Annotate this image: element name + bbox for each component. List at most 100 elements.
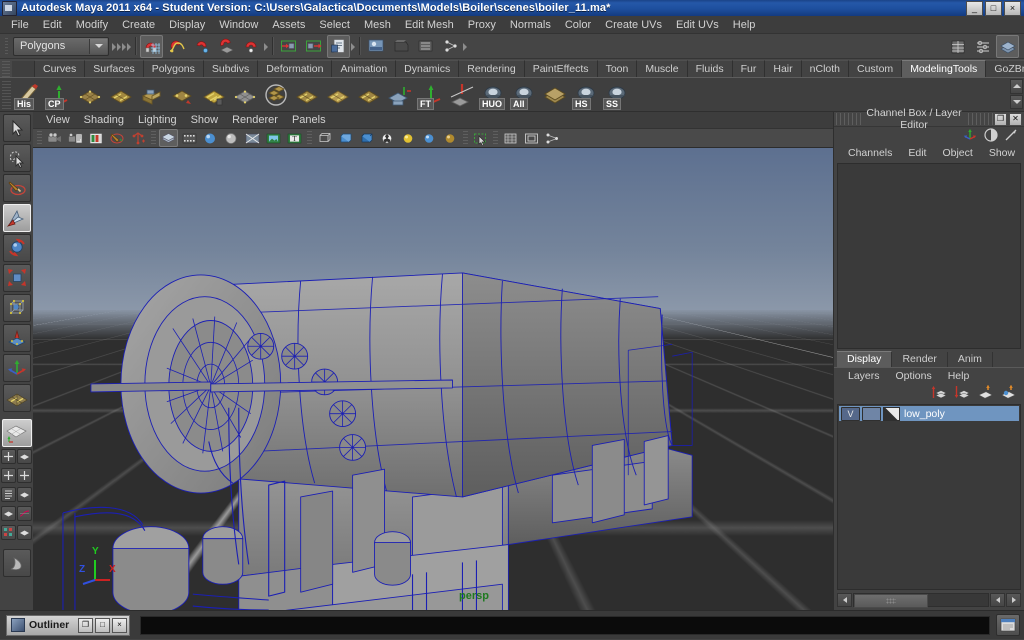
three-pane-layout[interactable] xyxy=(17,468,32,483)
command-line-input[interactable] xyxy=(140,615,990,635)
shelf-tab-painteffects[interactable]: PaintEffects xyxy=(524,60,598,77)
persp-graph-editor-layout[interactable] xyxy=(1,506,16,521)
outliner-window-tab[interactable]: Outliner ❐ □ × xyxy=(6,614,130,636)
new-layer-from-selected-icon[interactable] xyxy=(1000,384,1016,402)
channel-box-icon[interactable] xyxy=(984,127,998,145)
shaded-no-texture-icon[interactable] xyxy=(222,129,241,147)
render-current-frame-icon[interactable] xyxy=(364,35,387,58)
grid-toggle-icon[interactable] xyxy=(501,129,520,147)
two-d-pan-zoom-icon[interactable] xyxy=(108,129,127,147)
scale-tool[interactable] xyxy=(2,264,31,292)
render-settings-icon[interactable] xyxy=(414,35,437,58)
select-camera-icon[interactable] xyxy=(45,129,64,147)
shelf-button-wedge-face[interactable] xyxy=(385,80,415,110)
shelf-tab-polygons[interactable]: Polygons xyxy=(143,60,204,77)
shelf-grip[interactable] xyxy=(2,61,10,77)
viewport-menu-show[interactable]: Show xyxy=(184,114,226,126)
close-panel-icon[interactable]: ✕ xyxy=(1009,112,1022,126)
menu-item-window[interactable]: Window xyxy=(212,18,265,32)
menu-item-mesh[interactable]: Mesh xyxy=(357,18,398,32)
persp-hypershade-layout[interactable] xyxy=(17,525,32,540)
scroll-left-icon[interactable] xyxy=(837,593,852,607)
layer-row-low_poly[interactable]: V low_poly xyxy=(839,406,1019,421)
shelf-tab-surfaces[interactable]: Surfaces xyxy=(85,60,144,77)
new-layer-icon[interactable] xyxy=(977,384,993,402)
channel-box-content[interactable] xyxy=(837,163,1021,349)
undock-panel-icon[interactable]: ❐ xyxy=(994,112,1007,126)
snap-to-point-icon[interactable] xyxy=(190,35,213,58)
shelf-tab-modelingtools[interactable]: ModelingTools xyxy=(902,60,987,77)
maximize-button[interactable]: □ xyxy=(985,1,1002,16)
shelf-button-combine[interactable] xyxy=(75,80,105,110)
shelf-button-merge-vertices[interactable] xyxy=(168,80,198,110)
menu-item-display[interactable]: Display xyxy=(162,18,212,32)
shelf-scroll-up-icon[interactable] xyxy=(1010,79,1023,94)
hypershade-layout[interactable] xyxy=(1,525,16,540)
move-layer-up-icon[interactable] xyxy=(931,385,947,402)
scroll-thumb[interactable] xyxy=(854,594,929,608)
viewport-menu-shading[interactable]: Shading xyxy=(77,114,131,126)
shelf-tab-custom[interactable]: Custom xyxy=(849,60,903,77)
menu-item-select[interactable]: Select xyxy=(312,18,357,32)
hardware-texturing-icon[interactable] xyxy=(180,129,199,147)
shelf-button-history-toggle[interactable]: His xyxy=(13,80,43,110)
channelbox-menu-object[interactable]: Object xyxy=(934,147,980,159)
menu-item-proxy[interactable]: Proxy xyxy=(461,18,503,32)
persp-outliner-layout[interactable] xyxy=(1,487,16,502)
panel-grip-right[interactable] xyxy=(968,113,994,125)
shelf-tab-deformation[interactable]: Deformation xyxy=(258,60,333,77)
menu-item-file[interactable]: File xyxy=(4,18,36,32)
rotate-tool[interactable] xyxy=(2,234,31,262)
construction-history-toggle-icon[interactable] xyxy=(327,34,350,58)
layer-playback-toggle[interactable] xyxy=(862,406,881,421)
shelf-tab-muscle[interactable]: Muscle xyxy=(637,60,688,77)
shelf-tab-rendering[interactable]: Rendering xyxy=(459,60,525,77)
perspective-viewport[interactable]: Y X Z persp xyxy=(33,148,833,610)
viewport-menu-panels[interactable]: Panels xyxy=(285,114,333,126)
render-expander[interactable] xyxy=(463,37,468,55)
selection-mask-expander-4[interactable] xyxy=(127,37,132,55)
soft-modification-tool[interactable] xyxy=(2,324,31,352)
shelf-button-smooth[interactable] xyxy=(261,80,291,110)
paint-effects-layout[interactable] xyxy=(2,549,31,577)
lighting-shadows-icon[interactable] xyxy=(441,129,460,147)
shelf-button-mirror-geometry[interactable] xyxy=(447,80,477,110)
shelf-scroll-down-icon[interactable] xyxy=(1010,94,1023,109)
shelf-button-bevel[interactable] xyxy=(199,80,229,110)
scroll-right-icon[interactable] xyxy=(1006,593,1021,607)
shelf-tab-ncloth[interactable]: nCloth xyxy=(801,60,849,77)
snap-to-view-plane-icon[interactable] xyxy=(240,35,263,58)
shelf-button-hide-unselected-objects[interactable]: HUO xyxy=(478,80,508,110)
outliner-close-button[interactable]: × xyxy=(112,617,127,633)
scroll-track[interactable] xyxy=(853,593,989,608)
menu-item-color[interactable]: Color xyxy=(558,18,598,32)
last-tool-used[interactable] xyxy=(2,384,31,412)
shelf-tab-subdivs[interactable]: Subdivs xyxy=(203,60,259,77)
statusline-grip[interactable] xyxy=(4,36,11,56)
shelf-tab-toon[interactable]: Toon xyxy=(597,60,638,77)
xray-icon[interactable] xyxy=(243,129,262,147)
channelbox-menu-channels[interactable]: Channels xyxy=(840,147,900,159)
shelf-button-freeze-transform[interactable]: FT xyxy=(416,80,446,110)
smooth-shade-icon[interactable] xyxy=(201,129,220,147)
scroll-left-icon-2[interactable] xyxy=(990,593,1005,607)
outliner-maximize-button[interactable]: □ xyxy=(95,617,110,633)
camera-attributes-icon[interactable] xyxy=(66,129,85,147)
shelf-button-delete-edge-loop[interactable] xyxy=(230,80,260,110)
shelf-tab-animation[interactable]: Animation xyxy=(332,60,397,77)
shelf-tab-curves[interactable]: Curves xyxy=(35,60,86,77)
shelf-icons-grip[interactable] xyxy=(2,80,11,109)
attribute-editor-icon[interactable] xyxy=(1004,128,1018,145)
shelf-tab-gozbrush[interactable]: GoZBrush xyxy=(986,60,1024,77)
channelbox-menu-show[interactable]: Show xyxy=(981,147,1023,159)
shelf-button-poke-face[interactable] xyxy=(354,80,384,110)
snap-to-curve-icon[interactable] xyxy=(165,35,188,58)
four-view-layout[interactable] xyxy=(1,449,16,464)
paint-selection-tool[interactable] xyxy=(2,174,31,202)
graph-editor-icon[interactable] xyxy=(17,506,32,521)
menu-item-help[interactable]: Help xyxy=(726,18,763,32)
viewport-menu-renderer[interactable]: Renderer xyxy=(225,114,285,126)
channelbox-menu-edit[interactable]: Edit xyxy=(900,147,934,159)
chevron-down-icon[interactable] xyxy=(89,38,107,54)
persp-outliner-layout-b[interactable] xyxy=(17,487,32,502)
